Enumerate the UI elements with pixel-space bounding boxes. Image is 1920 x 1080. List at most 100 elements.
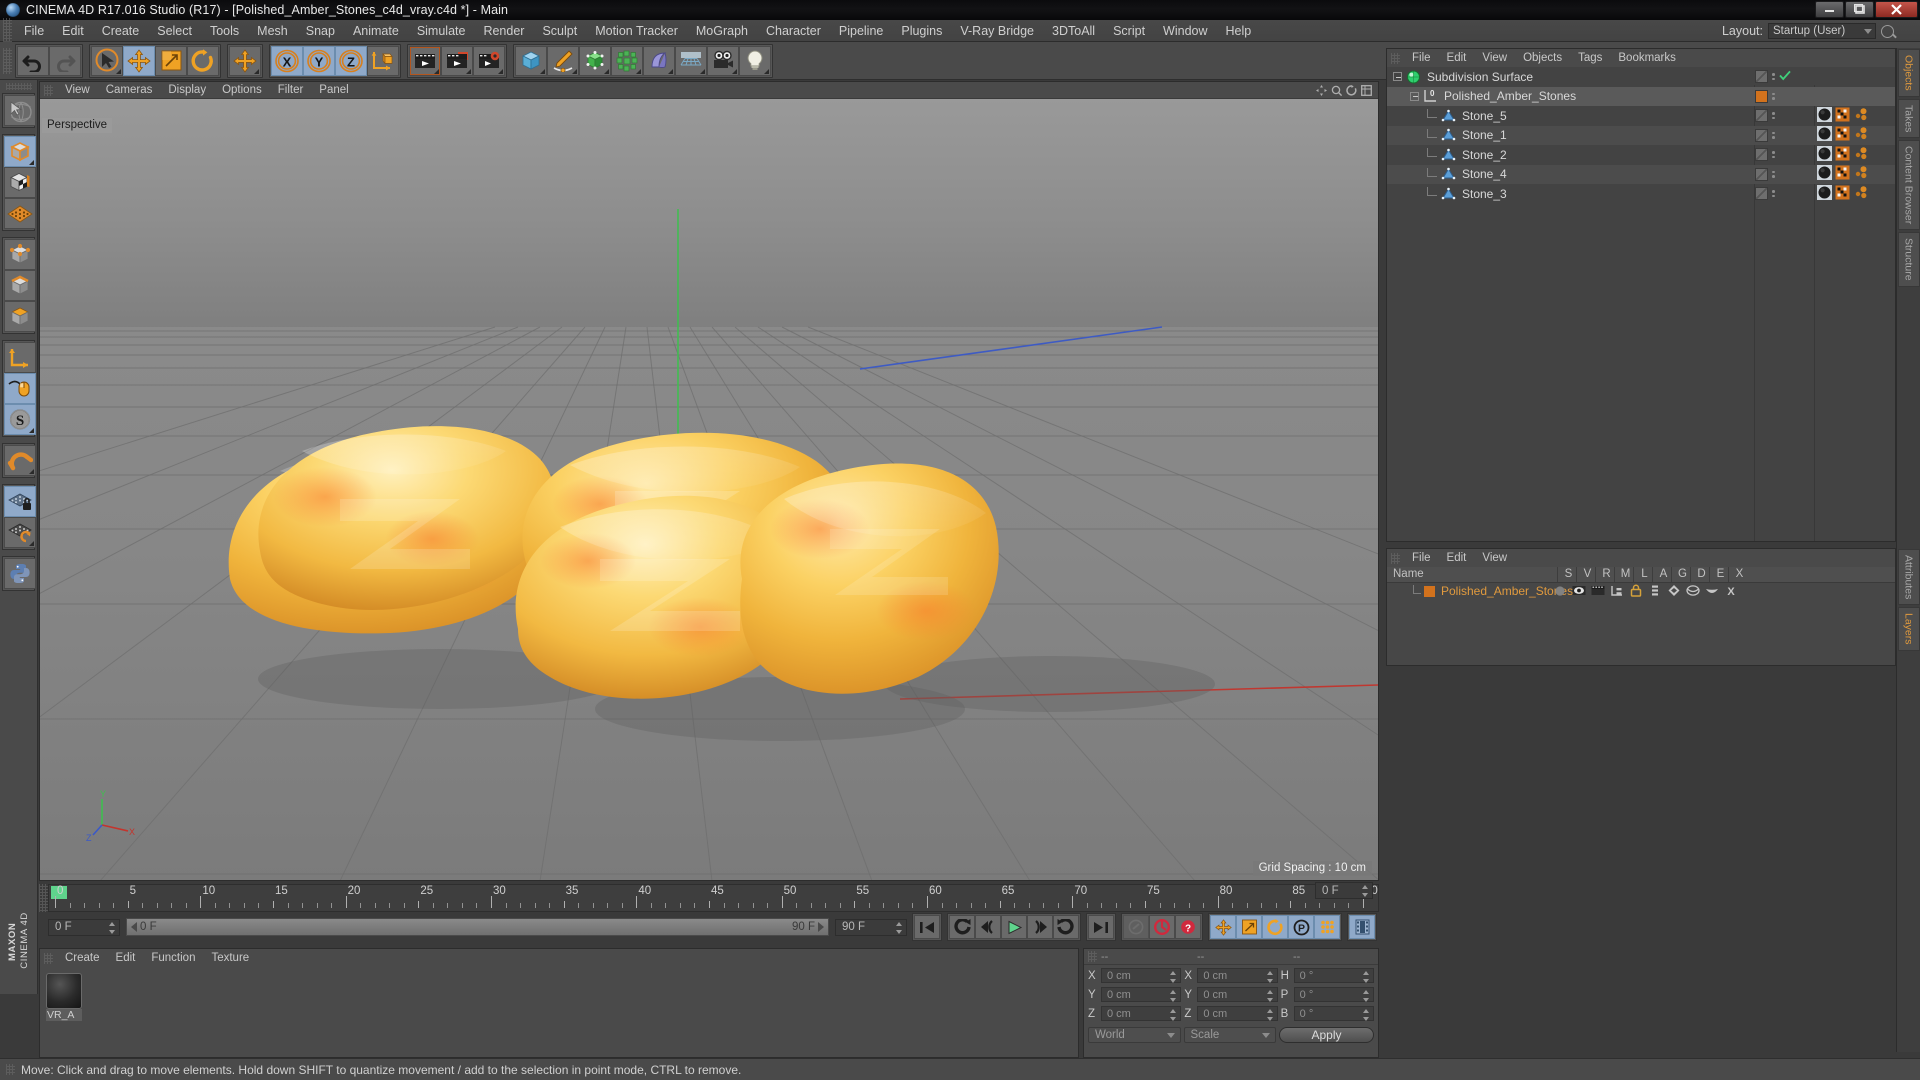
slider-left-handle[interactable] (131, 922, 137, 932)
table-row[interactable]: Stone_2 (1387, 145, 1895, 165)
array-icon[interactable] (611, 45, 643, 76)
uv-tag-icon[interactable] (1853, 165, 1868, 183)
object-manager-menu-objects[interactable]: Objects (1515, 52, 1570, 64)
material-tag-icon[interactable] (1817, 106, 1832, 125)
material-preview-sphere[interactable] (46, 973, 82, 1009)
layer-color-swatch[interactable] (1424, 585, 1435, 597)
material-manager-menu-function[interactable]: Function (143, 952, 203, 964)
layer-render-icon[interactable] (1591, 584, 1605, 598)
key-param-icon[interactable]: P (1288, 915, 1314, 939)
move-icon[interactable] (123, 45, 155, 76)
visibility-toggle-dots[interactable] (1772, 170, 1775, 178)
tab-layers[interactable]: Layers (1897, 607, 1920, 651)
timeline-grip[interactable] (39, 884, 48, 912)
menu-pipeline[interactable]: Pipeline (830, 20, 892, 42)
menu-mograph[interactable]: MoGraph (687, 20, 757, 42)
coord-field-position-0[interactable]: 0 cm (1101, 968, 1182, 983)
current-frame-field[interactable]: 0 F (1315, 882, 1373, 899)
visibility-dots-icon[interactable] (1755, 109, 1768, 123)
object-manager-menu-tags[interactable]: Tags (1570, 52, 1610, 64)
object-name[interactable]: Subdivision Surface (1427, 70, 1533, 84)
enable-axis-icon[interactable] (4, 373, 36, 404)
menu-help[interactable]: Help (1217, 20, 1261, 42)
layer-deformer-icon[interactable] (1686, 584, 1700, 598)
material-tag-icon[interactable] (1817, 145, 1832, 164)
layer-manager-menu-edit[interactable]: Edit (1439, 552, 1475, 564)
layer-column-x[interactable]: X (1730, 568, 1749, 580)
window-controls[interactable] (1815, 1, 1918, 18)
coord-field-size-0[interactable]: 0 cm (1197, 968, 1278, 983)
spinner-icon[interactable] (1170, 990, 1177, 1002)
visibility-toggle-dots[interactable] (1772, 112, 1775, 120)
close-button[interactable] (1875, 1, 1918, 18)
spline-pen-icon[interactable] (547, 45, 579, 76)
tree-expand-toggle[interactable] (1410, 91, 1419, 101)
object-controls[interactable] (1755, 187, 1775, 201)
object-controls[interactable] (1755, 128, 1775, 142)
viewport-menu-view[interactable]: View (57, 84, 98, 96)
coord-field-position-1[interactable]: 0 cm (1101, 987, 1182, 1002)
minimize-button[interactable] (1815, 1, 1844, 18)
table-row[interactable]: 0 Polished_Amber_Stones (1387, 86, 1895, 106)
step-forward-frame-icon[interactable] (1027, 915, 1053, 939)
spinner-icon[interactable] (1266, 990, 1274, 1002)
spinner-icon[interactable] (1266, 971, 1274, 983)
material-manager-grip[interactable] (44, 952, 53, 964)
right-tab-strip[interactable]: Objects Takes Content Browser Structure Att… (1896, 48, 1920, 1052)
axis-z-icon[interactable]: Z (335, 45, 367, 76)
lock-workplane-icon[interactable] (4, 486, 36, 517)
object-name[interactable]: Stone_5 (1462, 109, 1507, 123)
left-toolbar[interactable]: S MAXON CINEMA 4D (0, 80, 38, 994)
object-name[interactable]: Stone_3 (1462, 187, 1507, 201)
object-controls[interactable] (1755, 148, 1775, 162)
visibility-toggle-dots[interactable] (1772, 131, 1775, 139)
viewport-grip[interactable] (44, 84, 53, 96)
step-back-key-icon[interactable] (949, 915, 975, 939)
visibility-toggle-dots[interactable] (1772, 190, 1775, 198)
viewport-nav-icons[interactable] (1316, 84, 1372, 97)
coord-field-rotation-2[interactable]: 0 ° (1293, 1006, 1374, 1021)
object-tags[interactable] (1817, 184, 1868, 203)
layer-expression-icon[interactable] (1705, 584, 1719, 598)
cube-primitive-icon[interactable] (515, 45, 547, 76)
material-swatch[interactable]: VR_A (46, 973, 82, 1021)
menu-character[interactable]: Character (757, 20, 830, 42)
coordinates-grip[interactable] (1088, 951, 1097, 962)
coordinate-system-dropdown[interactable]: World (1088, 1026, 1181, 1043)
rotate-icon[interactable] (187, 45, 219, 76)
visibility-toggle-dots[interactable] (1772, 151, 1775, 159)
visibility-dots-icon[interactable] (1755, 128, 1768, 142)
camera-icon[interactable] (707, 45, 739, 76)
menu-create[interactable]: Create (93, 20, 149, 42)
key-position-icon[interactable] (1210, 915, 1236, 939)
timeline-start-field[interactable]: 0 F (48, 918, 120, 936)
record-active-icon[interactable] (1149, 915, 1175, 939)
layer-visible-icon[interactable] (1572, 584, 1586, 598)
live-selection-icon[interactable] (4, 95, 36, 126)
render-to-picture-icon[interactable] (441, 45, 473, 76)
workplane-icon[interactable] (4, 198, 36, 229)
object-manager-menu-edit[interactable]: Edit (1439, 52, 1475, 64)
render-view-icon[interactable] (409, 45, 441, 76)
light-icon[interactable] (739, 45, 771, 76)
timeline-icon[interactable] (1349, 915, 1375, 939)
viewport-menubar[interactable]: View Cameras Display Options Filter Panel (40, 82, 1378, 99)
visibility-dots-icon[interactable] (1755, 187, 1768, 201)
maximize-button[interactable] (1845, 1, 1874, 18)
texture-tag-icon[interactable] (1835, 165, 1850, 183)
timeline-end-field[interactable]: 90 F (835, 918, 907, 936)
status-bar-grip[interactable] (6, 1064, 15, 1075)
object-name[interactable]: Stone_4 (1462, 167, 1507, 181)
object-manager-grip[interactable] (1391, 52, 1400, 64)
coord-field-rotation-0[interactable]: 0 ° (1293, 968, 1374, 983)
tab-attributes[interactable]: Attributes (1897, 549, 1920, 606)
pan-view-icon[interactable] (1316, 84, 1327, 96)
coord-field-size-1[interactable]: 0 cm (1197, 987, 1278, 1002)
environment-icon[interactable] (675, 45, 707, 76)
menu-animate[interactable]: Animate (344, 20, 408, 42)
menu-window[interactable]: Window (1154, 20, 1216, 42)
spinner-icon[interactable] (109, 921, 116, 934)
material-manager-menu-create[interactable]: Create (57, 952, 108, 964)
spinner-icon[interactable] (1362, 971, 1370, 983)
redo-icon[interactable] (49, 45, 81, 76)
